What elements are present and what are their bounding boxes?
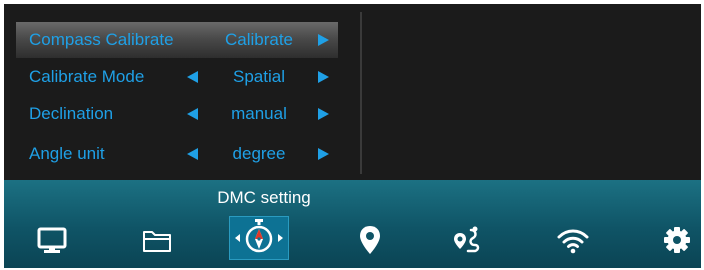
menu-row-value[interactable]: manual — [212, 96, 306, 132]
arrow-right-icon[interactable] — [318, 71, 329, 83]
menu-row-declination[interactable]: Declination manual — [16, 96, 338, 132]
arrow-left-icon[interactable] — [187, 71, 198, 83]
device-screen: Compass Calibrate Calibrate Calibrate Mo… — [4, 4, 701, 268]
location-pin-icon[interactable] — [350, 220, 390, 260]
menu-row-label: Angle unit — [29, 144, 105, 163]
wifi-icon[interactable] — [553, 220, 593, 260]
gear-icon[interactable] — [657, 220, 697, 260]
menu-row-calibrate-mode[interactable]: Calibrate Mode Spatial — [16, 59, 338, 95]
monitor-icon[interactable] — [32, 220, 72, 260]
menu-row-value[interactable]: degree — [212, 136, 306, 172]
folder-icon[interactable] — [137, 220, 177, 260]
route-icon[interactable] — [448, 220, 488, 260]
menu-row-label: Compass Calibrate — [29, 30, 174, 49]
menu-row-angle-unit[interactable]: Angle unit degree — [16, 136, 338, 172]
arrow-right-icon[interactable] — [318, 148, 329, 160]
menu-row-value[interactable]: Spatial — [212, 59, 306, 95]
panel-divider — [360, 12, 362, 174]
menu-row-value[interactable]: Calibrate — [212, 22, 306, 58]
menu-row-label: Calibrate Mode — [29, 67, 145, 86]
menu-row-compass-calibrate[interactable]: Compass Calibrate Calibrate — [16, 22, 338, 58]
settings-menu: Compass Calibrate Calibrate Calibrate Mo… — [4, 4, 360, 180]
arrow-right-icon[interactable] — [318, 34, 329, 46]
compass-icon[interactable] — [229, 216, 289, 260]
arrow-left-icon[interactable] — [187, 148, 198, 160]
menu-row-label: Declination — [29, 104, 114, 123]
bottom-navigation-bar: DMC setting — [4, 180, 701, 268]
arrow-right-icon[interactable] — [318, 108, 329, 120]
arrow-left-icon[interactable] — [187, 108, 198, 120]
active-section-title: DMC setting — [217, 188, 311, 207]
